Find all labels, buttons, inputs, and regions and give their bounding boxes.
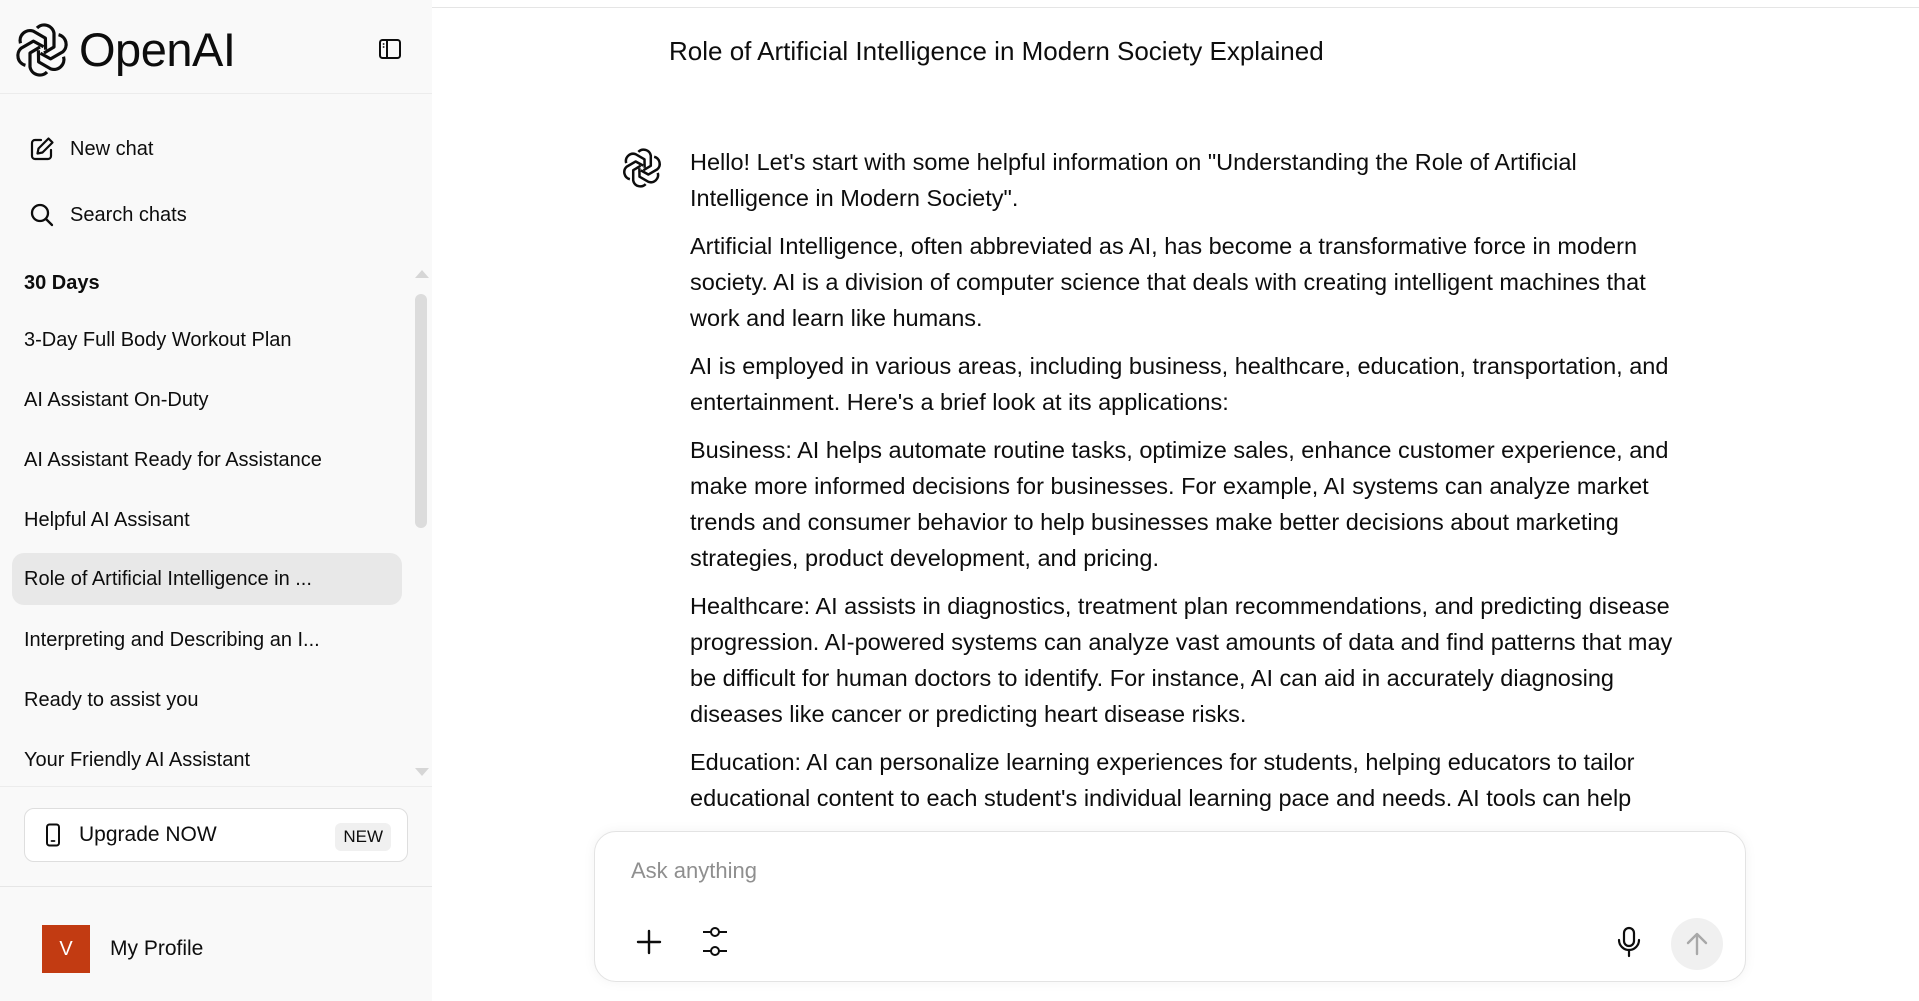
openai-logo-icon (16, 23, 68, 77)
add-attachment-button[interactable] (629, 922, 669, 962)
conversation-title: Role of Artificial Intelligence in Moder… (669, 36, 1324, 66)
chat-item[interactable]: Interpreting and Describing an I... (12, 614, 402, 666)
search-icon (24, 201, 60, 229)
search-chats-label: Search chats (70, 203, 187, 226)
profile-name: My Profile (110, 937, 204, 960)
sidebar-divider (0, 786, 432, 787)
chat-item[interactable]: Helpful AI Assisant (12, 494, 402, 546)
search-chats-button[interactable]: Search chats (24, 191, 404, 239)
chat-item[interactable]: Your Friendly AI Assistant (12, 734, 402, 786)
section-title-30-days: 30 Days (24, 272, 100, 294)
chat-item-active[interactable]: Role of Artificial Intelligence in ... (12, 553, 402, 605)
scroll-down-arrow-icon[interactable] (415, 768, 429, 776)
sidebar-header: OpenAI (0, 0, 432, 94)
avatar: V (42, 925, 90, 973)
assistant-logo-icon (623, 148, 661, 188)
compose-icon (24, 135, 60, 163)
new-chat-label: New chat (70, 137, 154, 160)
message-paragraph: Hello! Let's start with some helpful inf… (690, 149, 1577, 211)
phone-icon (46, 823, 60, 847)
sidebar-scrollbar[interactable] (415, 270, 429, 782)
profile-button[interactable]: V My Profile (24, 904, 408, 994)
message-paragraph: AI is employed in various areas, includi… (690, 353, 1669, 415)
top-divider (432, 7, 1919, 8)
chat-item[interactable]: Ready to assist you (12, 674, 402, 726)
arrow-up-icon (1686, 932, 1708, 956)
composer (594, 831, 1746, 982)
voice-input-button[interactable] (1609, 922, 1649, 962)
assistant-message: Hello! Let's start with some helpful inf… (690, 144, 1690, 828)
send-button[interactable] (1671, 918, 1723, 970)
chat-item[interactable]: AI Assistant On-Duty (12, 374, 402, 426)
scroll-up-arrow-icon[interactable] (415, 270, 429, 278)
microphone-icon (1617, 926, 1641, 958)
sliders-icon (703, 927, 727, 956)
tools-button[interactable] (695, 920, 735, 964)
message-paragraph: Education: AI can personalize learning e… (690, 749, 1635, 811)
brand-name: OpenAI (79, 23, 236, 76)
chat-item[interactable]: 3-Day Full Body Workout Plan (12, 314, 402, 366)
chat-item[interactable]: AI Assistant Ready for Assistance (12, 434, 402, 486)
upgrade-button[interactable]: Upgrade NOW NEW (24, 808, 408, 862)
new-badge: NEW (335, 823, 391, 851)
profile-divider (0, 886, 432, 887)
message-paragraph: Business: AI helps automate routine task… (690, 437, 1669, 571)
message-input[interactable] (631, 858, 1691, 884)
toggle-sidebar-button[interactable] (378, 38, 408, 64)
sidebar: OpenAI New chat Search chats 30 Days 3-D… (0, 0, 432, 1001)
message-paragraph: Artificial Intelligence, often abbreviat… (690, 233, 1646, 331)
upgrade-label: Upgrade NOW (79, 823, 217, 846)
sidebar-toggle-icon (379, 39, 401, 59)
scroll-thumb[interactable] (415, 294, 427, 528)
message-paragraph: Healthcare: AI assists in diagnostics, t… (690, 593, 1673, 727)
plus-icon (636, 929, 662, 955)
new-chat-button[interactable]: New chat (24, 125, 404, 173)
